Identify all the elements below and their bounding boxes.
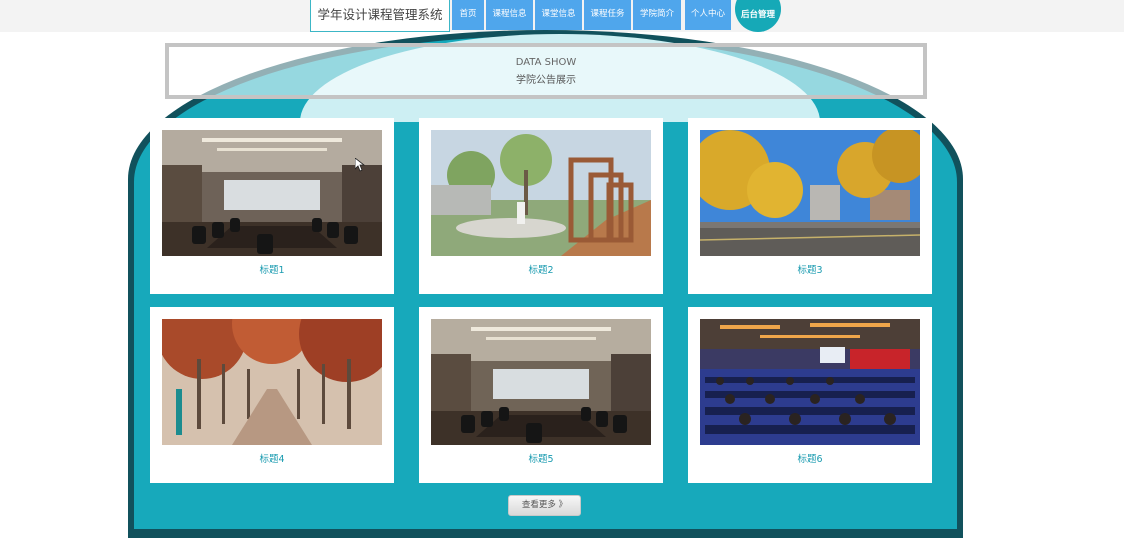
nav-college-intro[interactable]: 学院简介 <box>633 0 681 30</box>
card-image-campus-courtyard[interactable] <box>431 130 651 256</box>
nav-course-task[interactable]: 课程任务 <box>584 0 631 30</box>
card-title[interactable]: 标题3 <box>688 262 932 276</box>
banner-title-cn: 学院公告展示 <box>516 75 576 86</box>
top-nav-bar: 学年设计课程管理系统 首页 课程信息 课堂信息 课程任务 学院简介 个人中心 后… <box>0 0 1124 32</box>
nav-class-info[interactable]: 课堂信息 <box>535 0 582 30</box>
card-4[interactable]: 标题4 <box>150 307 394 483</box>
card-title[interactable]: 标题4 <box>150 451 394 465</box>
mouse-cursor-icon <box>355 158 365 172</box>
card-image-lecture-hall[interactable] <box>700 319 920 445</box>
view-more-button[interactable]: 查看更多 》 <box>508 495 581 516</box>
card-image-conference-room[interactable] <box>162 130 382 256</box>
card-1[interactable]: 标题1 <box>150 118 394 294</box>
card-5[interactable]: 标题5 <box>419 307 663 483</box>
card-image-autumn-ginkgo-road[interactable] <box>700 130 920 256</box>
card-3[interactable]: 标题3 <box>688 118 932 294</box>
card-title[interactable]: 标题2 <box>419 262 663 276</box>
card-title[interactable]: 标题5 <box>419 451 663 465</box>
section-banner: DATA SHOW 学院公告展示 <box>165 43 927 99</box>
card-title[interactable]: 标题6 <box>688 451 932 465</box>
banner-title-en: DATA SHOW <box>515 57 577 68</box>
nav-admin-button[interactable]: 后台管理 <box>735 0 781 32</box>
card-6[interactable]: 标题6 <box>688 307 932 483</box>
card-image-conference-room[interactable] <box>431 319 651 445</box>
site-title: 学年设计课程管理系统 <box>310 0 450 32</box>
nav-home[interactable]: 首页 <box>452 0 484 30</box>
card-image-autumn-tree-avenue[interactable] <box>162 319 382 445</box>
nav-course-info[interactable]: 课程信息 <box>486 0 533 30</box>
card-title[interactable]: 标题1 <box>150 262 394 276</box>
nav-personal-center[interactable]: 个人中心 <box>685 0 731 30</box>
card-2[interactable]: 标题2 <box>419 118 663 294</box>
